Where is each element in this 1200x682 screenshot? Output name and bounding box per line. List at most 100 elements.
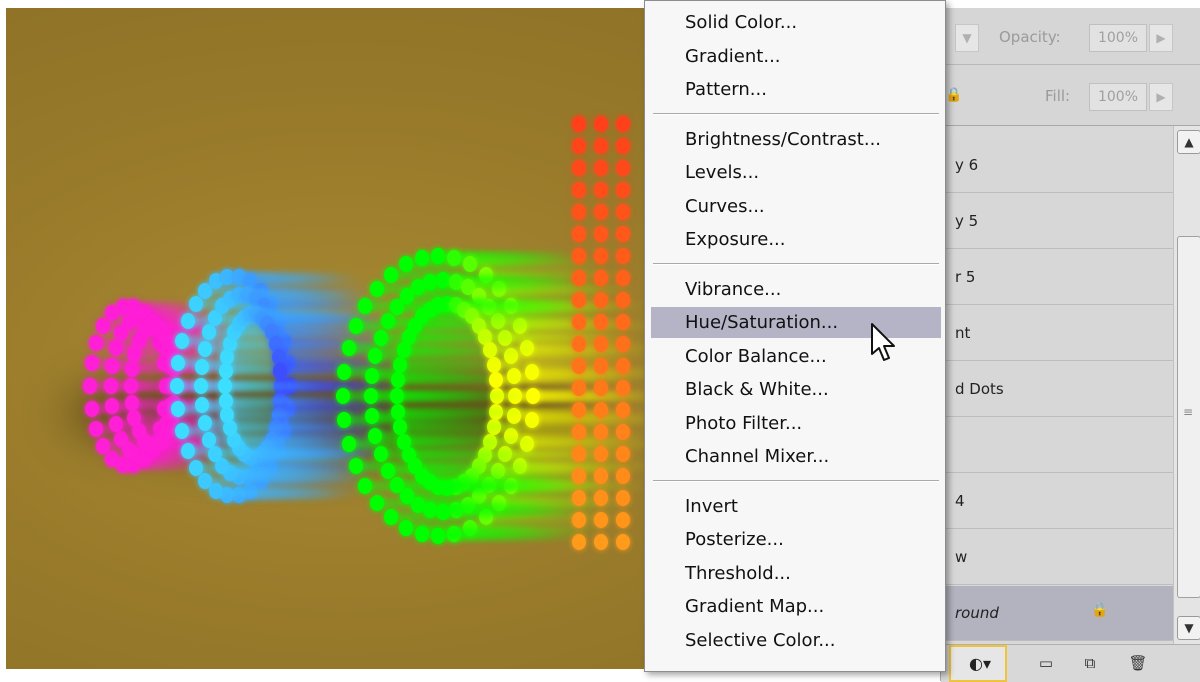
light-streak [236, 443, 356, 454]
glow-dot [218, 392, 233, 409]
glow-dot [486, 356, 501, 373]
lock-icon: 🔒 [1091, 602, 1109, 618]
glow-dot [572, 314, 586, 330]
adjustment-layer-icon: ◐▾ [969, 654, 991, 673]
glow-dot [572, 534, 586, 550]
glow-dot [124, 394, 139, 411]
glow-dot [594, 226, 608, 242]
layer-row[interactable]: y 5 [941, 194, 1173, 249]
menu-item-photo-filter[interactable]: Photo Filter... [651, 408, 941, 439]
new-layer-icon[interactable]: ⧉ [1079, 653, 1101, 673]
glow-dot [572, 138, 586, 154]
light-streak [405, 450, 546, 461]
lock-all-icon[interactable]: 🔒 [945, 87, 962, 103]
glow-dot [616, 490, 630, 506]
layer-row[interactable]: r 5 [941, 250, 1173, 305]
new-adjustment-layer-button[interactable]: ◐▾ [949, 645, 1007, 682]
opacity-field[interactable]: 100% [1089, 24, 1147, 52]
layers-scrollbar[interactable]: ▲ ≡ ▼ [1173, 126, 1200, 646]
glow-dot [616, 358, 630, 374]
menu-item-levels[interactable]: Levels... [651, 157, 941, 188]
glow-dot [594, 292, 608, 308]
layer-name: d Dots [955, 380, 1004, 398]
layer-row[interactable]: 4 [941, 474, 1173, 529]
adjustment-layer-menu: Solid Color... Gradient... Pattern... Brigh… [644, 0, 946, 672]
layer-row[interactable]: y 6 [941, 138, 1173, 193]
folder-icon[interactable]: ▭ [1035, 653, 1057, 673]
light-streak [394, 391, 534, 401]
layer-row-background[interactable]: round 🔒 [941, 586, 1173, 641]
menu-item-selective-color[interactable]: Selective Color... [651, 625, 941, 656]
menu-item-gradient-map[interactable]: Gradient Map... [651, 591, 941, 622]
layer-row[interactable]: w [941, 530, 1173, 585]
glow-dot [572, 160, 586, 176]
fill-field[interactable]: 100% [1089, 83, 1147, 111]
layer-name: r 5 [955, 268, 976, 286]
glow-dot [616, 424, 630, 440]
glow-dot [616, 248, 630, 264]
scroll-thumb[interactable]: ≡ [1177, 236, 1200, 598]
light-streak [400, 437, 541, 447]
menu-item-black-white[interactable]: Black & White... [651, 374, 941, 405]
glow-dot [348, 318, 363, 334]
glow-dot [188, 296, 203, 313]
glow-dot [572, 270, 586, 286]
menu-item-curves[interactable]: Curves... [651, 191, 941, 222]
glow-dot [436, 272, 450, 288]
glow-dot [616, 182, 630, 198]
menu-item-channel-mixer[interactable]: Channel Mixer... [651, 441, 941, 472]
menu-item-posterize[interactable]: Posterize... [651, 524, 941, 555]
chevron-up-icon[interactable]: ▲ [1177, 130, 1200, 154]
menu-item-solid-color[interactable]: Solid Color... [651, 7, 941, 38]
glow-dot [616, 160, 630, 176]
glow-dot [180, 442, 195, 459]
layer-row[interactable] [941, 418, 1173, 473]
glow-dot [84, 355, 99, 372]
fill-slider-arrow[interactable]: ▶ [1149, 83, 1173, 111]
glow-dot [188, 459, 203, 476]
glow-dot [89, 334, 104, 351]
glow-dot [594, 204, 608, 220]
opacity-slider-arrow[interactable]: ▶ [1149, 24, 1173, 52]
light-streak [415, 500, 556, 510]
glow-dot [594, 270, 608, 286]
glow-dot [104, 378, 118, 394]
menu-separator [653, 112, 939, 115]
blend-mode-dropdown-arrow[interactable]: ▼ [955, 24, 979, 52]
glow-dot [572, 292, 586, 308]
layer-row[interactable]: d Dots [941, 362, 1173, 417]
chevron-down-icon[interactable]: ▼ [1177, 616, 1200, 640]
trash-icon[interactable]: 🗑 [1127, 653, 1149, 673]
menu-item-brightness-contrast[interactable]: Brightness/Contrast... [651, 124, 941, 155]
mouse-pointer-icon [871, 323, 895, 361]
glow-dot [594, 424, 608, 440]
light-streak [419, 470, 559, 481]
glow-dot [84, 400, 99, 417]
menu-item-exposure[interactable]: Exposure... [651, 224, 941, 255]
glow-dot [572, 248, 586, 264]
glow-dot [202, 323, 217, 340]
layer-name: y 6 [955, 156, 979, 174]
glow-dot [83, 378, 97, 394]
glow-dot [616, 270, 630, 286]
glow-dot [616, 204, 630, 220]
glow-dot [194, 358, 209, 375]
glow-dot [616, 534, 630, 550]
glow-dot [194, 397, 209, 414]
layer-name: 4 [955, 492, 965, 510]
menu-item-vibrance[interactable]: Vibrance... [651, 274, 941, 305]
layer-row[interactable]: nt [941, 306, 1173, 361]
light-streak [402, 522, 543, 533]
menu-item-threshold[interactable]: Threshold... [651, 558, 941, 589]
menu-item-gradient[interactable]: Gradient... [651, 41, 941, 72]
glow-dot [594, 314, 608, 330]
glow-dot [170, 378, 184, 394]
light-streak [394, 406, 535, 417]
menu-item-pattern[interactable]: Pattern... [651, 74, 941, 105]
menu-item-invert[interactable]: Invert [651, 491, 941, 522]
glow-dot [594, 358, 608, 374]
layers-fill-bar: 🔒 Fill: 100% ▶ [941, 65, 1200, 126]
glow-dot [383, 509, 398, 526]
glow-dot [572, 336, 586, 352]
glow-dot [594, 402, 608, 418]
